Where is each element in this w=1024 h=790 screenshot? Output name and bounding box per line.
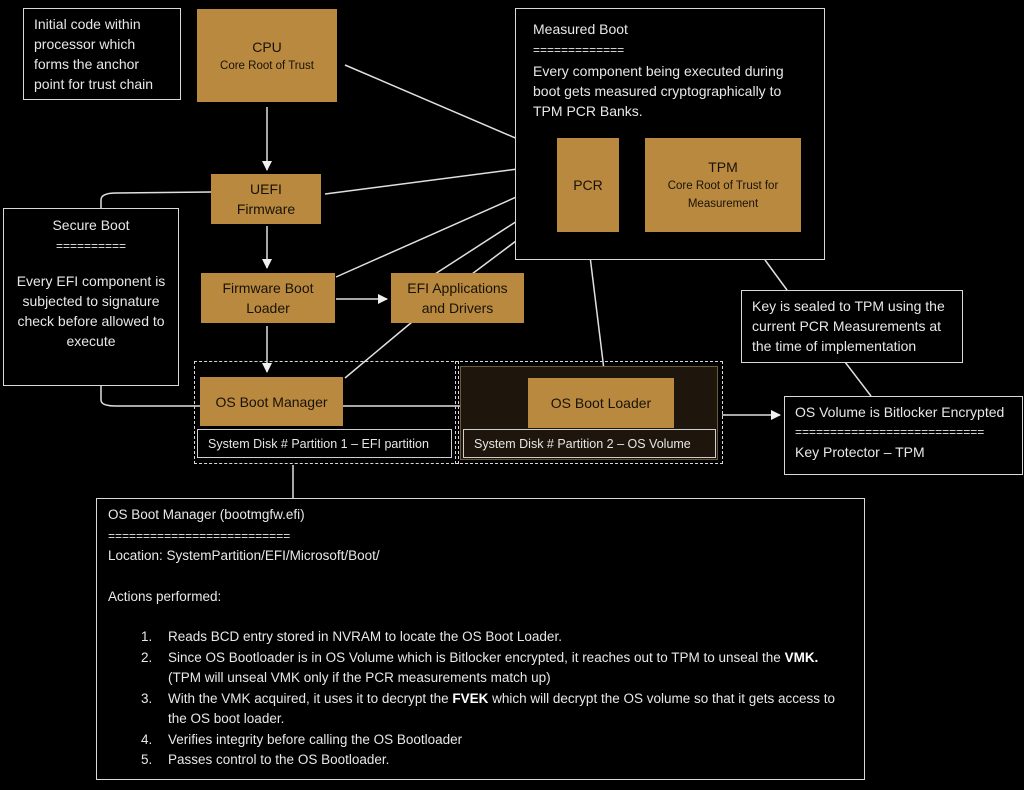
osbl-label: OS Boot Loader [550,395,652,411]
secure-boot-rule: ========== [55,239,127,253]
osbm-label: OS Boot Manager [215,393,328,410]
fwbl-line2: Loader [246,300,290,316]
link-secureboot-osbm [100,386,200,407]
measured-boot-body: Every component being executed during bo… [533,63,784,119]
os-boot-loader-node[interactable]: OS Boot Loader [528,378,674,428]
actions-list: Reads BCD entry stored in NVRAM to locat… [108,627,853,771]
detail-actions-heading: Actions performed: [108,588,222,604]
boot-manager-detail: OS Boot Manager (bootmgfw.efi) =========… [96,498,865,780]
cpu-node[interactable]: CPU Core Root of Trust [197,9,337,102]
tpm-sub1: Core Root of Trust for [667,180,779,192]
tpm-node[interactable]: TPM Core Root of Trust for Measurement [645,138,801,232]
bitlocker-title: OS Volume is Bitlocker Encrypted [795,404,1005,420]
uefi-line2: Firmware [236,201,296,217]
uefi-line1: UEFI [250,181,282,197]
bitlocker-body: Key Protector – TPM [795,444,925,460]
key-sealed-note: Key is sealed to TPM using the current P… [741,290,963,363]
pcr-node[interactable]: PCR [557,138,619,232]
tpm-sub2: Measurement [687,198,759,210]
bitlocker-rule: =========================== [795,425,985,439]
arrow-osbl-pcr [585,247,606,379]
link-key-bitlocker [844,361,872,397]
efi-applications-node[interactable]: EFI Applications and Drivers [391,273,524,323]
tpm-title: TPM [708,159,738,175]
secure-boot-note: Secure Boot ========== Every EFI compone… [3,208,179,386]
partition-1-text: System Disk # Partition 1 – EFI partitio… [208,436,429,451]
secure-boot-body: Every EFI component is subjected to sign… [16,273,166,349]
cpu-note: Initial code within processor which form… [23,8,181,100]
action-item: Verifies integrity before calling the OS… [156,730,853,751]
cpu-title: CPU [252,38,282,55]
bitlocker-note: OS Volume is Bitlocker Encrypted =======… [784,396,1023,475]
detail-title: OS Boot Manager (bootmgfw.efi) [108,507,305,522]
uefi-node[interactable]: UEFI Firmware [211,174,321,224]
partition-2-text: System Disk # Partition 2 – OS Volume [474,436,691,451]
action-item: Passes control to the OS Bootloader. [156,750,853,771]
action-item: With the VMK acquired, it uses it to dec… [156,689,853,730]
partition-1-label: System Disk # Partition 1 – EFI partitio… [197,429,452,458]
key-sealed-text: Key is sealed to TPM using the current P… [752,298,945,354]
measured-boot-title: Measured Boot [533,21,628,37]
firmware-boot-loader-node[interactable]: Firmware Boot Loader [201,273,335,323]
action-item: Since OS Bootloader is in OS Volume whic… [156,648,853,689]
detail-rule: ========================== [108,528,291,543]
secure-boot-title: Secure Boot [52,217,130,233]
pcr-label: PCR [573,177,603,193]
link-measured-key [764,259,788,291]
detail-location: Location: SystemPartition/EFI/Microsoft/… [108,548,380,563]
efi-apps-line1: EFI Applications [407,280,508,296]
link-secureboot-uefi [100,191,212,208]
partition-2-label: System Disk # Partition 2 – OS Volume [463,429,716,458]
cpu-subtitle: Core Root of Trust [220,59,314,72]
os-boot-manager-node[interactable]: OS Boot Manager [200,377,343,426]
fwbl-line1: Firmware Boot [222,280,314,296]
efi-apps-line2: and Drivers [421,300,494,316]
measured-boot-rule: ============= [533,43,625,57]
action-item: Reads BCD entry stored in NVRAM to locat… [156,627,853,648]
